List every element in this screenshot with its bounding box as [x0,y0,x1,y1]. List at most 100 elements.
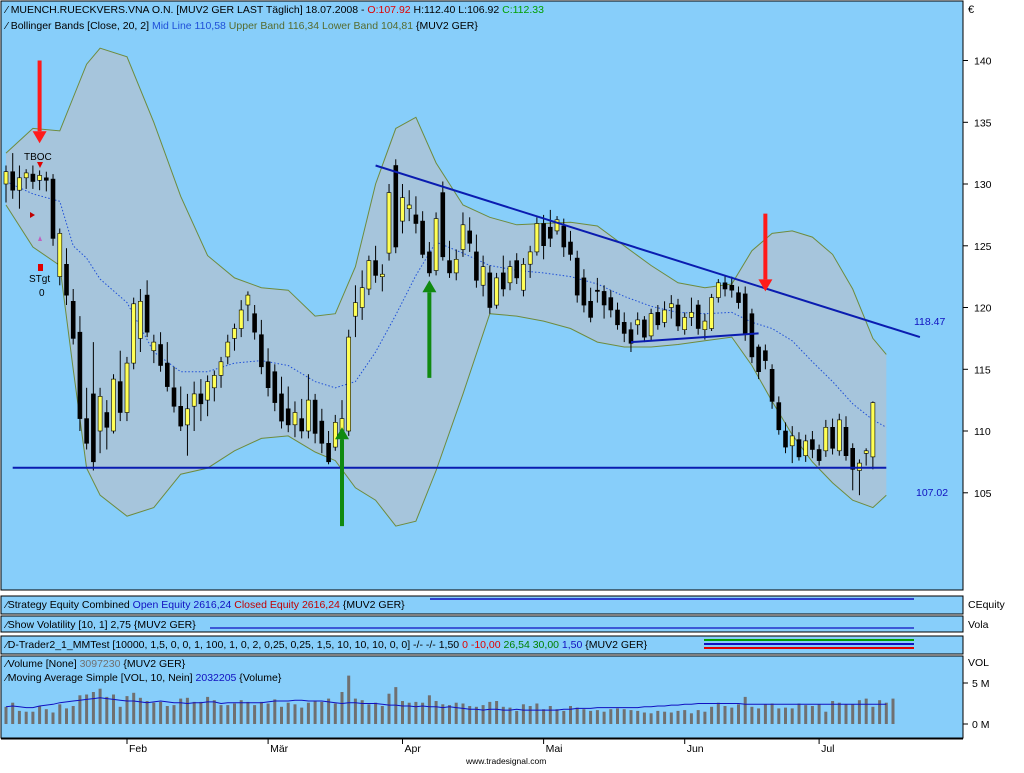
candle-down [427,251,432,274]
y-tick-label: 105 [974,488,992,500]
volume-bar [212,700,216,724]
volume-bar [602,711,606,724]
candle-down [77,331,83,419]
candle-down [43,177,49,181]
volume-bar [253,705,257,724]
candle-down [655,312,661,326]
volume-bar [31,711,35,724]
y-tick-label: 125 [974,241,992,253]
volume-bar [723,706,727,724]
bollinger-tail: {MUV2 GER} [413,20,478,32]
candle-up [151,341,157,352]
volume-bar [58,704,62,724]
price-axis: 105 110 115 120 125 130 135 140 [963,56,992,500]
candle-down [749,313,755,358]
candle-down [621,321,627,334]
bollinger-header: ⁄ Bollinger Bands [Close, 20, 2] Mid Lin… [3,20,478,32]
candle-up [57,233,63,277]
candle-down [736,292,741,303]
y-tick-label: 140 [974,56,992,68]
candle-down [50,178,56,239]
volume-bar [105,696,109,724]
candle-down [608,297,614,311]
candle-up [406,204,412,210]
volume-bar [851,704,855,724]
volume-bar [784,707,787,724]
volume-bar [65,708,68,724]
volume-bar [622,709,626,724]
volume-bar [192,701,196,724]
y-tick-label: 110 [974,426,991,438]
candle-down [514,260,520,279]
volume-bar [293,704,297,724]
y-tick-label: 135 [974,117,992,129]
candle-up [507,266,513,284]
volume-bar [347,675,351,724]
candle-up [521,263,526,291]
x-tick-label: Jul [821,743,834,755]
volume-bar [495,701,499,724]
candle-down [420,220,425,255]
volume-bar [750,706,754,724]
volume-bar [582,709,586,724]
header-close: C:112.33 [499,4,544,16]
volume-bar [481,705,485,724]
volume-bar [145,701,149,724]
volume-bar [118,706,122,724]
volume-bar [98,688,102,724]
strategy-name: Strategy Equity Combined [8,599,130,611]
candle-down [447,260,452,274]
candle-down [547,226,553,239]
candle-up [3,171,9,185]
volume-bar [837,702,841,724]
candle-down [252,313,257,333]
candle-up [292,412,298,426]
volume-bar [676,710,680,724]
volume-bar [132,692,136,724]
candle-down [763,350,768,361]
strategy-axis-label: CEquity [968,599,1006,611]
candle-down [474,251,479,281]
volume-bar [434,701,438,724]
candle-down [393,165,399,248]
candle-up [863,450,869,454]
candle-down [588,300,593,318]
volume-bar [159,701,163,724]
candle-up [379,273,385,278]
volume-bar [884,702,888,724]
candle-up [400,197,405,222]
candle-up [138,300,143,339]
volume-bar [743,696,747,724]
candle-up [366,260,372,290]
volume-bar [696,710,700,724]
chart-root: 118.47 107.02 TBOC STgt 0 ⁄ MUENCH.RUECKVERS… [0,0,1024,768]
y-tick-label: 115 [974,364,991,376]
volume-bar [535,703,539,724]
volume-bar [340,692,344,724]
strategy-tail: {MUV2 GER} [340,599,405,611]
volume-bar [878,700,882,724]
volume-bar [528,706,532,724]
candle-down [675,304,681,327]
volume-bar [273,699,277,724]
volatility-name: Show Volatility [10, 1] 2,75 {MUV2 GER} [8,619,196,631]
y-tick-label: 120 [974,303,992,315]
header-open: O:107.92 [367,4,410,16]
candle-up [238,309,244,329]
volume-header-2: ⁄Moving Average Simple [VOL, 10, Nein] 2… [3,672,282,684]
stgt-annotation: STgt [29,274,50,285]
candle-down [574,257,580,296]
candle-down [440,192,446,258]
candle-up [124,362,130,413]
candle-down [117,381,123,413]
volume-bar [689,713,693,724]
volume-bar [737,704,740,724]
volume-bar [206,696,210,724]
volume-bar [488,701,492,724]
x-tick-label: Mai [546,743,563,755]
candle-down [144,294,150,333]
candle-up [97,396,103,432]
dtrader-value-3: 26,54 30,00 [501,639,560,651]
volume-name: Volume [None] [8,658,77,670]
candle-down [642,319,647,338]
